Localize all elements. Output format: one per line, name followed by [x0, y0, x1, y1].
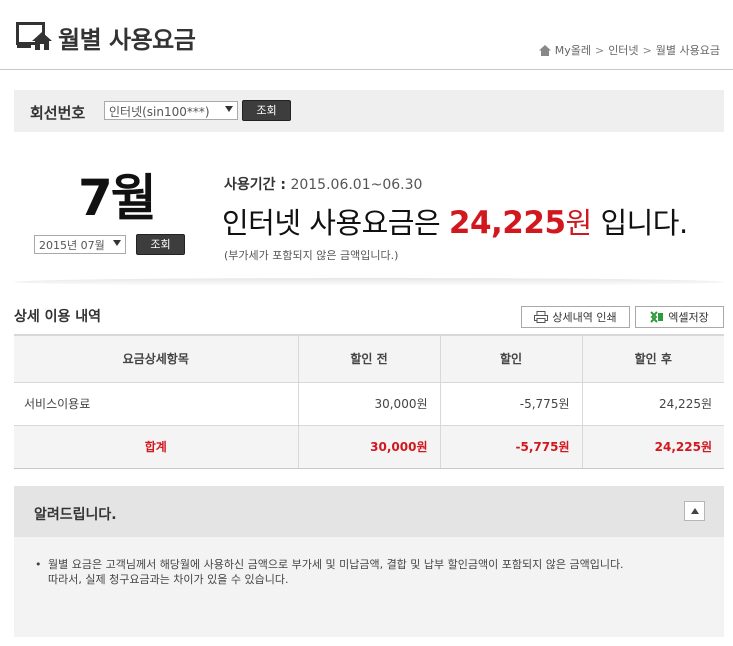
notice-line-2: 따라서, 실제 청구요금과는 차이가 있을 수 있습니다.: [48, 573, 289, 586]
column-header-after: 할인 후: [581, 334, 724, 383]
dropdown-arrow-icon: [225, 106, 233, 112]
excel-save-label: 엑셀저장: [668, 311, 709, 324]
dropdown-arrow-icon: [113, 240, 121, 246]
line-number-label: 회선번호: [30, 104, 86, 122]
month-select[interactable]: 2015년 07월: [34, 235, 126, 254]
breadcrumb-item-monthly-fee: 월별 사용요금: [655, 44, 720, 57]
notice-collapse-button[interactable]: [684, 501, 705, 521]
total-amount: 24,225: [448, 205, 566, 241]
page-title: 월별 사용요금: [58, 26, 196, 54]
column-header-item: 요금상세항목: [14, 334, 298, 383]
print-detail-label: 상세내역 인쇄: [552, 311, 617, 324]
selected-month: 7월: [78, 169, 157, 227]
cell-discount: -5,775원: [439, 382, 582, 426]
breadcrumb-separator: >: [594, 43, 605, 57]
detail-title: 상세 이용 내역: [14, 309, 102, 325]
summary-divider: [14, 278, 724, 286]
line-selector-bar: 회선번호 인터넷(sin100***) 조회: [14, 90, 724, 132]
usage-period: 사용기간 : 2015.06.01~06.30: [224, 174, 422, 194]
cell-item: 서비스이용료: [14, 382, 298, 426]
breadcrumb-separator: >: [642, 43, 652, 57]
printer-icon: [534, 311, 549, 323]
monitor-home-icon: [16, 22, 52, 50]
chevron-up-icon: [691, 508, 699, 514]
amount-unit: 원: [565, 206, 593, 240]
cell-after: 24,225원: [581, 382, 724, 426]
line-number-select-value: 인터넷(sin100***): [109, 105, 210, 119]
breadcrumb-item-myolleh[interactable]: My올레: [555, 42, 591, 58]
notice-body: • 월별 요금은 고객님께서 해당월에 사용하신 금액으로 부가세 및 미납금액…: [14, 537, 724, 637]
excel-save-button[interactable]: 엑셀저장: [635, 306, 724, 328]
amount-prefix: 인터넷 사용요금은: [222, 206, 441, 240]
cell-before: 30,000원: [297, 382, 440, 426]
page-header: 월별 사용요금 My올레 > 인터넷 > 월별 사용요금: [0, 0, 733, 70]
breadcrumb: My올레 > 인터넷 > 월별 사용요금: [538, 42, 720, 58]
line-search-button[interactable]: 조회: [242, 100, 291, 121]
bullet-icon: •: [35, 558, 42, 571]
usage-period-value: 2015.06.01~06.30: [290, 177, 423, 193]
column-header-discount: 할인: [439, 334, 582, 383]
total-amount-line: 인터넷 사용요금은 24,225원 입니다.: [222, 200, 688, 242]
notice-text: • 월별 요금은 고객님께서 해당월에 사용하신 금액으로 부가세 및 미납금액…: [35, 557, 698, 587]
month-search-button[interactable]: 조회: [136, 234, 185, 255]
total-discount: -5,775원: [439, 425, 582, 469]
excel-icon: [650, 311, 665, 323]
month-select-value: 2015년 07월: [39, 239, 105, 252]
fee-detail-table: 요금상세항목 할인 전 할인 할인 후 서비스이용료 30,000원 -5,77…: [14, 334, 724, 469]
amount-suffix: 입니다.: [600, 206, 688, 240]
usage-period-label: 사용기간 :: [224, 177, 286, 193]
notice-line-1: 월별 요금은 고객님께서 해당월에 사용하신 금액으로 부가세 및 미납금액, …: [48, 558, 624, 571]
fee-summary: 7월 2015년 07월 조회 사용기간 : 2015.06.01~06.30 …: [14, 136, 724, 282]
home-icon[interactable]: [538, 44, 551, 56]
notice-header: 알려드립니다.: [14, 486, 724, 537]
table-row: 서비스이용료 30,000원 -5,775원 24,225원: [14, 382, 724, 426]
vat-note: (부가세가 포함되지 않은 금액입니다.): [224, 249, 399, 262]
notice-title: 알려드립니다.: [34, 507, 117, 523]
print-detail-button[interactable]: 상세내역 인쇄: [521, 306, 630, 328]
column-header-before: 할인 전: [297, 334, 440, 383]
table-header-row: 요금상세항목 할인 전 할인 할인 후: [14, 334, 724, 383]
breadcrumb-item-internet[interactable]: 인터넷: [608, 42, 638, 58]
total-before: 30,000원: [297, 425, 440, 469]
line-number-select[interactable]: 인터넷(sin100***): [104, 101, 238, 120]
total-after: 24,225원: [581, 425, 724, 469]
table-total-row: 합계 30,000원 -5,775원 24,225원: [14, 425, 724, 469]
total-label: 합계: [14, 425, 298, 469]
